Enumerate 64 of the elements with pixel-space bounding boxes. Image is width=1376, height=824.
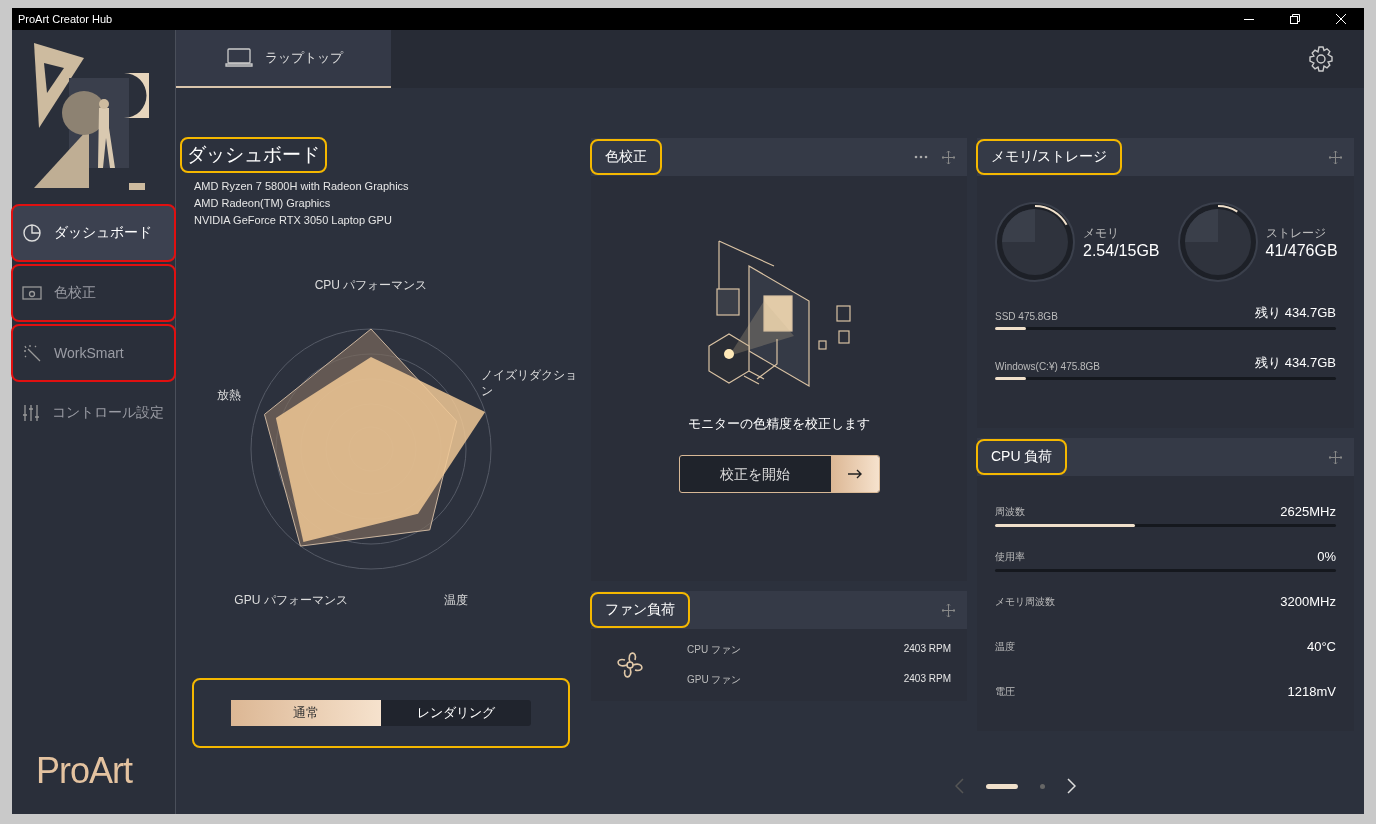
calibration-description: モニターの色精度を校正します	[688, 415, 870, 433]
metric-value: 0%	[1317, 549, 1336, 564]
close-icon[interactable]	[1336, 14, 1346, 24]
sidebar-item[interactable]: WorkSmart	[12, 325, 175, 381]
metric-value: 1218mV	[1287, 684, 1336, 699]
sidebar-item[interactable]: 色校正	[12, 265, 175, 321]
sliders-icon	[22, 404, 40, 422]
drive-remaining: 残り 434.7GB	[1255, 304, 1336, 322]
sidebar-item[interactable]: ダッシュボード	[12, 205, 175, 261]
monitor-icon	[22, 285, 42, 301]
hardware-spec: NVIDIA GeForce RTX 3050 Laptop GPU	[193, 213, 393, 228]
drive-name: Windows(C:¥) 475.8GB	[995, 361, 1101, 372]
window-title: ProArt Creator Hub	[18, 13, 114, 25]
card-title: ファン負荷	[591, 593, 689, 627]
move-icon[interactable]	[1329, 450, 1342, 464]
page-title: ダッシュボード	[181, 138, 326, 172]
restore-icon[interactable]	[1290, 14, 1300, 24]
axis-label: GPU パフォーマンス	[234, 593, 348, 607]
brand-logo: ProArt	[35, 750, 134, 793]
axis-label: ノイズリダクショ	[481, 368, 577, 382]
axis-label: 温度	[444, 593, 468, 607]
settings-icon[interactable]	[1308, 46, 1334, 72]
next-page-icon[interactable]	[1066, 778, 1076, 794]
fan-name: CPU ファン	[687, 643, 741, 657]
axis-label: ン	[481, 384, 493, 398]
mode-option[interactable]: 通常	[231, 700, 381, 726]
mode-option[interactable]: レンダリング	[381, 700, 531, 726]
fan-name: GPU ファン	[687, 673, 742, 687]
pie-chart-icon	[22, 223, 42, 243]
card-title: CPU 負荷	[977, 440, 1067, 474]
gauge-label: ストレージ	[1265, 224, 1327, 242]
gauge-label: メモリ	[1083, 224, 1120, 242]
start-calibration-button[interactable]: 校正を開始	[678, 455, 880, 493]
metric-value: 2625MHz	[1280, 504, 1336, 519]
fan-speed: 2403 RPM	[903, 643, 951, 656]
minimize-icon[interactable]	[1244, 18, 1254, 20]
hardware-spec: AMD Ryzen 7 5800H with Radeon Graphics	[193, 179, 410, 194]
fan-speed: 2403 RPM	[903, 673, 951, 686]
more-icon[interactable]	[914, 155, 928, 159]
move-icon[interactable]	[942, 150, 955, 164]
arrow-right-icon	[847, 469, 862, 479]
card-title: メモリ/ストレージ	[977, 140, 1121, 174]
metric-name: 周波数	[995, 505, 1025, 519]
magic-wand-icon	[22, 343, 42, 363]
page-indicator[interactable]	[985, 783, 1018, 789]
laptop-icon	[224, 48, 253, 68]
gauge-value: 2.54/15GB	[1083, 241, 1160, 260]
hardware-spec: AMD Radeon(TM) Graphics	[193, 196, 332, 211]
metric-name: 電圧	[995, 685, 1015, 699]
device-tab[interactable]: ラップトップ	[176, 30, 391, 88]
card-title: 色校正	[591, 140, 661, 174]
gauge-value: 41/476GB	[1265, 241, 1338, 260]
axis-label: CPU パフォーマンス	[314, 278, 428, 292]
move-icon[interactable]	[942, 603, 955, 617]
axis-label: 放熱	[217, 388, 241, 402]
metric-value: 40°C	[1306, 639, 1336, 654]
drive-remaining: 残り 434.7GB	[1255, 354, 1336, 372]
metric-name: メモリ周波数	[995, 595, 1055, 609]
metric-name: 使用率	[995, 550, 1025, 564]
metric-name: 温度	[995, 640, 1015, 654]
move-icon[interactable]	[1329, 150, 1342, 164]
sidebar-item[interactable]: コントロール設定	[12, 385, 175, 441]
drive-name: SSD 475.8GB	[995, 311, 1058, 322]
metric-value: 3200MHz	[1280, 594, 1336, 609]
